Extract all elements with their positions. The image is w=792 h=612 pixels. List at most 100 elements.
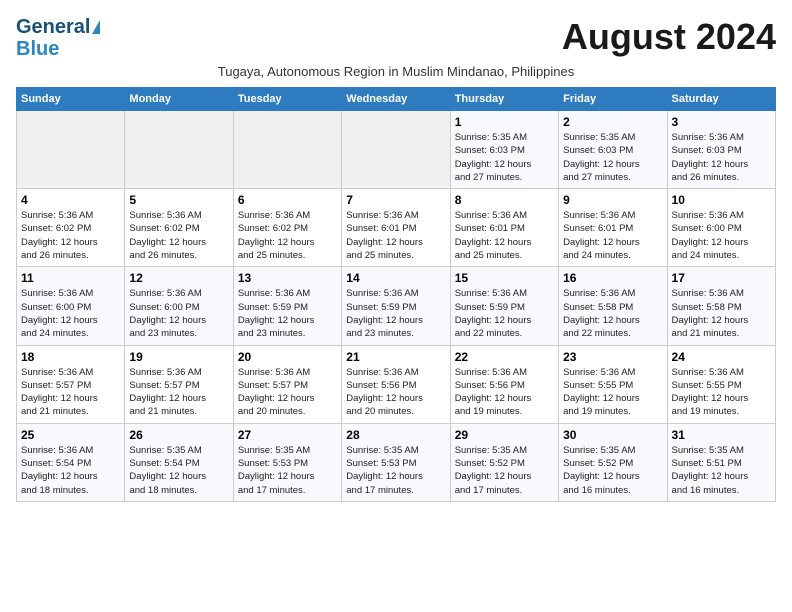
- day-info: Sunrise: 5:35 AM Sunset: 5:53 PM Dayligh…: [346, 444, 445, 497]
- day-info: Sunrise: 5:36 AM Sunset: 5:57 PM Dayligh…: [238, 366, 337, 419]
- calendar-cell: 13Sunrise: 5:36 AM Sunset: 5:59 PM Dayli…: [233, 267, 341, 345]
- day-info: Sunrise: 5:35 AM Sunset: 5:51 PM Dayligh…: [672, 444, 771, 497]
- calendar-cell: 29Sunrise: 5:35 AM Sunset: 5:52 PM Dayli…: [450, 423, 558, 501]
- day-number: 8: [455, 193, 554, 207]
- day-number: 28: [346, 428, 445, 442]
- day-info: Sunrise: 5:36 AM Sunset: 5:59 PM Dayligh…: [455, 287, 554, 340]
- weekday-header-tuesday: Tuesday: [233, 88, 341, 111]
- day-number: 21: [346, 350, 445, 364]
- weekday-header-friday: Friday: [559, 88, 667, 111]
- calendar-cell: 22 Sunrise: 5:36 AM Sunset: 5:56 PM Dayli…: [450, 345, 558, 423]
- weekday-header-thursday: Thursday: [450, 88, 558, 111]
- day-number: 12: [129, 271, 228, 285]
- calendar-cell: 14 Sunrise: 5:36 AM Sunset: 5:59 PM Dayli…: [342, 267, 450, 345]
- calendar-cell: 4Sunrise: 5:36 AM Sunset: 6:02 PM Daylig…: [17, 189, 125, 267]
- day-info: Sunrise: 5:36 AM Sunset: 6:02 PM Dayligh…: [238, 209, 337, 262]
- weekday-header-saturday: Saturday: [667, 88, 775, 111]
- calendar-cell: 21 Sunrise: 5:36 AM Sunset: 5:56 PM Dayli…: [342, 345, 450, 423]
- calendar-cell: 25Sunrise: 5:36 AM Sunset: 5:54 PM Dayli…: [17, 423, 125, 501]
- day-info: Sunrise: 5:36 AM Sunset: 5:56 PM Dayligh…: [346, 366, 445, 419]
- calendar-table: SundayMondayTuesdayWednesdayThursdayFrid…: [16, 87, 776, 502]
- day-info: Sunrise: 5:36 AM Sunset: 5:59 PM Dayligh…: [346, 287, 445, 340]
- day-number: 3: [672, 115, 771, 129]
- day-number: 4: [21, 193, 120, 207]
- subtitle: Tugaya, Autonomous Region in Muslim Mind…: [16, 64, 776, 79]
- day-number: 6: [238, 193, 337, 207]
- calendar-cell: 16Sunrise: 5:36 AM Sunset: 5:58 PM Dayli…: [559, 267, 667, 345]
- day-number: 2: [563, 115, 662, 129]
- week-row-4: 18 Sunrise: 5:36 AM Sunset: 5:57 PM Dayli…: [17, 345, 776, 423]
- day-info: Sunrise: 5:36 AM Sunset: 6:00 PM Dayligh…: [129, 287, 228, 340]
- calendar-cell: 31 Sunrise: 5:35 AM Sunset: 5:51 PM Dayli…: [667, 423, 775, 501]
- day-info: Sunrise: 5:35 AM Sunset: 6:03 PM Dayligh…: [455, 131, 554, 184]
- page-header: General Blue August 2024: [16, 16, 776, 60]
- calendar-cell: 12 Sunrise: 5:36 AM Sunset: 6:00 PM Dayli…: [125, 267, 233, 345]
- week-row-5: 25Sunrise: 5:36 AM Sunset: 5:54 PM Dayli…: [17, 423, 776, 501]
- calendar-cell: 5 Sunrise: 5:36 AM Sunset: 6:02 PM Daylig…: [125, 189, 233, 267]
- day-number: 16: [563, 271, 662, 285]
- calendar-cell: 24 Sunrise: 5:36 AM Sunset: 5:55 PM Dayli…: [667, 345, 775, 423]
- day-info: Sunrise: 5:35 AM Sunset: 6:03 PM Dayligh…: [563, 131, 662, 184]
- calendar-cell: 18 Sunrise: 5:36 AM Sunset: 5:57 PM Dayli…: [17, 345, 125, 423]
- calendar-cell: [17, 111, 125, 189]
- logo: General Blue: [16, 16, 100, 60]
- week-row-2: 4 Sunrise: 5:36 AM Sunset: 6:02 PM Daylig…: [17, 189, 776, 267]
- logo-text-general: General: [16, 16, 90, 38]
- month-title: August 2024: [562, 16, 776, 58]
- calendar-cell: 6 Sunrise: 5:36 AM Sunset: 6:02 PM Daylig…: [233, 189, 341, 267]
- day-info: Sunrise: 5:36 AM Sunset: 6:01 PM Dayligh…: [563, 209, 662, 262]
- calendar-cell: [342, 111, 450, 189]
- day-info: Sunrise: 5:36 AM Sunset: 6:00 PM Dayligh…: [21, 287, 120, 340]
- day-number: 24: [672, 350, 771, 364]
- weekday-header-wednesday: Wednesday: [342, 88, 450, 111]
- day-number: 31: [672, 428, 771, 442]
- calendar-cell: [125, 111, 233, 189]
- day-info: Sunrise: 5:36 AM Sunset: 6:03 PM Dayligh…: [672, 131, 771, 184]
- calendar-cell: 20Sunrise: 5:36 AM Sunset: 5:57 PM Dayli…: [233, 345, 341, 423]
- day-number: 18: [21, 350, 120, 364]
- day-number: 5: [129, 193, 228, 207]
- day-info: Sunrise: 5:36 AM Sunset: 6:01 PM Dayligh…: [455, 209, 554, 262]
- day-number: 30: [563, 428, 662, 442]
- day-number: 29: [455, 428, 554, 442]
- day-number: 14: [346, 271, 445, 285]
- day-info: Sunrise: 5:36 AM Sunset: 5:55 PM Dayligh…: [672, 366, 771, 419]
- calendar-cell: 9Sunrise: 5:36 AM Sunset: 6:01 PM Daylig…: [559, 189, 667, 267]
- calendar-cell: 1 Sunrise: 5:35 AM Sunset: 6:03 PM Daylig…: [450, 111, 558, 189]
- day-info: Sunrise: 5:36 AM Sunset: 5:54 PM Dayligh…: [21, 444, 120, 497]
- day-info: Sunrise: 5:36 AM Sunset: 6:00 PM Dayligh…: [672, 209, 771, 262]
- day-info: Sunrise: 5:36 AM Sunset: 5:57 PM Dayligh…: [21, 366, 120, 419]
- calendar-cell: 15Sunrise: 5:36 AM Sunset: 5:59 PM Dayli…: [450, 267, 558, 345]
- day-info: Sunrise: 5:36 AM Sunset: 5:57 PM Dayligh…: [129, 366, 228, 419]
- calendar-cell: 30Sunrise: 5:35 AM Sunset: 5:52 PM Dayli…: [559, 423, 667, 501]
- day-number: 26: [129, 428, 228, 442]
- day-number: 10: [672, 193, 771, 207]
- calendar-cell: 2 Sunrise: 5:35 AM Sunset: 6:03 PM Daylig…: [559, 111, 667, 189]
- calendar-cell: 19 Sunrise: 5:36 AM Sunset: 5:57 PM Dayli…: [125, 345, 233, 423]
- day-info: Sunrise: 5:36 AM Sunset: 5:56 PM Dayligh…: [455, 366, 554, 419]
- day-number: 27: [238, 428, 337, 442]
- weekday-header-monday: Monday: [125, 88, 233, 111]
- week-row-3: 11 Sunrise: 5:36 AM Sunset: 6:00 PM Dayli…: [17, 267, 776, 345]
- calendar-cell: 3 Sunrise: 5:36 AM Sunset: 6:03 PM Daylig…: [667, 111, 775, 189]
- calendar-cell: 11 Sunrise: 5:36 AM Sunset: 6:00 PM Dayli…: [17, 267, 125, 345]
- weekday-header-row: SundayMondayTuesdayWednesdayThursdayFrid…: [17, 88, 776, 111]
- calendar-cell: 26 Sunrise: 5:35 AM Sunset: 5:54 PM Dayli…: [125, 423, 233, 501]
- calendar-cell: 23 Sunrise: 5:36 AM Sunset: 5:55 PM Dayli…: [559, 345, 667, 423]
- day-info: Sunrise: 5:36 AM Sunset: 5:55 PM Dayligh…: [563, 366, 662, 419]
- day-number: 22: [455, 350, 554, 364]
- day-info: Sunrise: 5:35 AM Sunset: 5:53 PM Dayligh…: [238, 444, 337, 497]
- calendar-cell: [233, 111, 341, 189]
- calendar-cell: 27 Sunrise: 5:35 AM Sunset: 5:53 PM Dayli…: [233, 423, 341, 501]
- day-info: Sunrise: 5:36 AM Sunset: 6:02 PM Dayligh…: [129, 209, 228, 262]
- calendar-cell: 28 Sunrise: 5:35 AM Sunset: 5:53 PM Dayli…: [342, 423, 450, 501]
- day-number: 7: [346, 193, 445, 207]
- day-number: 23: [563, 350, 662, 364]
- day-number: 11: [21, 271, 120, 285]
- day-info: Sunrise: 5:35 AM Sunset: 5:54 PM Dayligh…: [129, 444, 228, 497]
- day-number: 17: [672, 271, 771, 285]
- logo-triangle-icon: [92, 20, 100, 34]
- day-number: 19: [129, 350, 228, 364]
- day-info: Sunrise: 5:36 AM Sunset: 6:01 PM Dayligh…: [346, 209, 445, 262]
- day-number: 1: [455, 115, 554, 129]
